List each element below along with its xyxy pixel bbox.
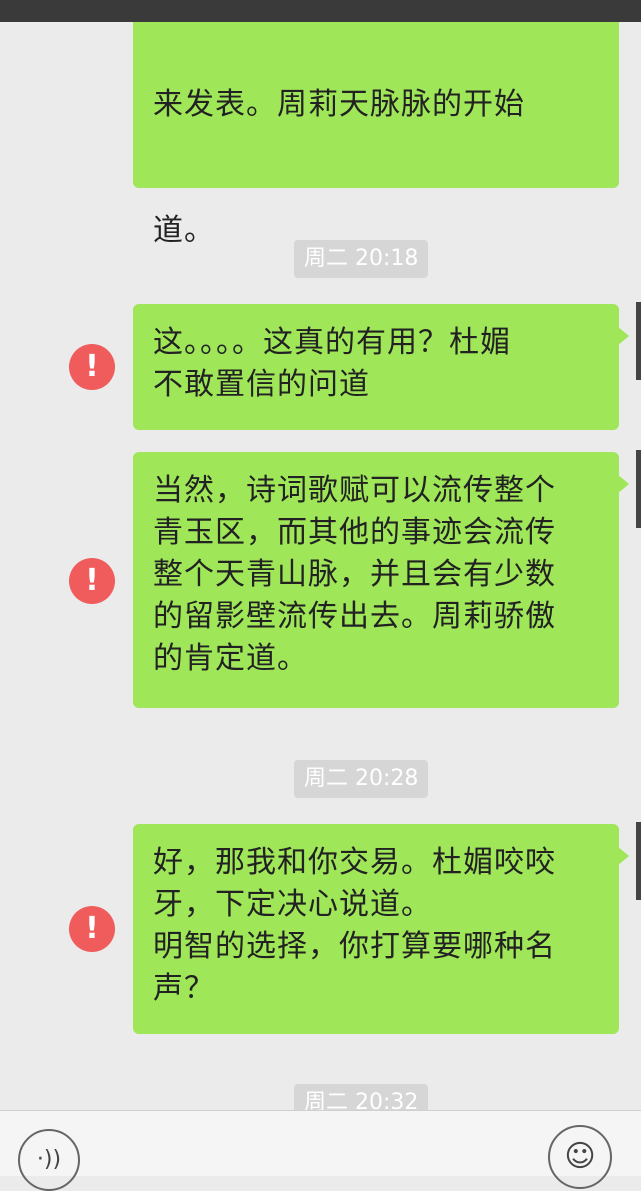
voice-icon[interactable]: ·)) (18, 1129, 80, 1191)
emoji-icon[interactable]: ☺ (548, 1125, 612, 1189)
timestamp: 周二 20:18 (294, 240, 429, 278)
input-toolbar: ·)) ☺ (0, 1110, 641, 1191)
chat-area[interactable]: 来发表。周莉天脉脉的开始 道。 周二 20:18 ! 这。。。。这真的有用？杜媚… (0, 22, 641, 1110)
message-bubble[interactable]: 来发表。周莉天脉脉的开始 道。 (133, 22, 619, 248)
message-bubble[interactable]: 这。。。。这真的有用？杜媚 不敢置信的问道 (133, 304, 629, 430)
error-icon[interactable]: ! (69, 906, 115, 952)
avatar[interactable] (636, 822, 641, 900)
error-icon[interactable]: ! (69, 344, 115, 390)
avatar[interactable] (636, 302, 641, 380)
message-bubble[interactable]: 好，那我和你交易。杜媚咬咬 牙，下定决心说道。 明智的选择，你打算要哪种名 声？ (133, 824, 629, 1034)
avatar[interactable] (636, 450, 641, 528)
timestamp: 周二 20:28 (294, 760, 429, 798)
message-bubble[interactable]: 当然，诗词歌赋可以流传整个 青玉区，而其他的事迹会流传 整个天青山脉，并且会有少… (133, 452, 629, 708)
error-icon[interactable]: ! (69, 558, 115, 604)
status-bar (0, 0, 641, 22)
message-text-partial: 来发表。周莉天脉脉的开始 (153, 87, 525, 122)
timestamp: 周二 20:32 (294, 1084, 429, 1110)
